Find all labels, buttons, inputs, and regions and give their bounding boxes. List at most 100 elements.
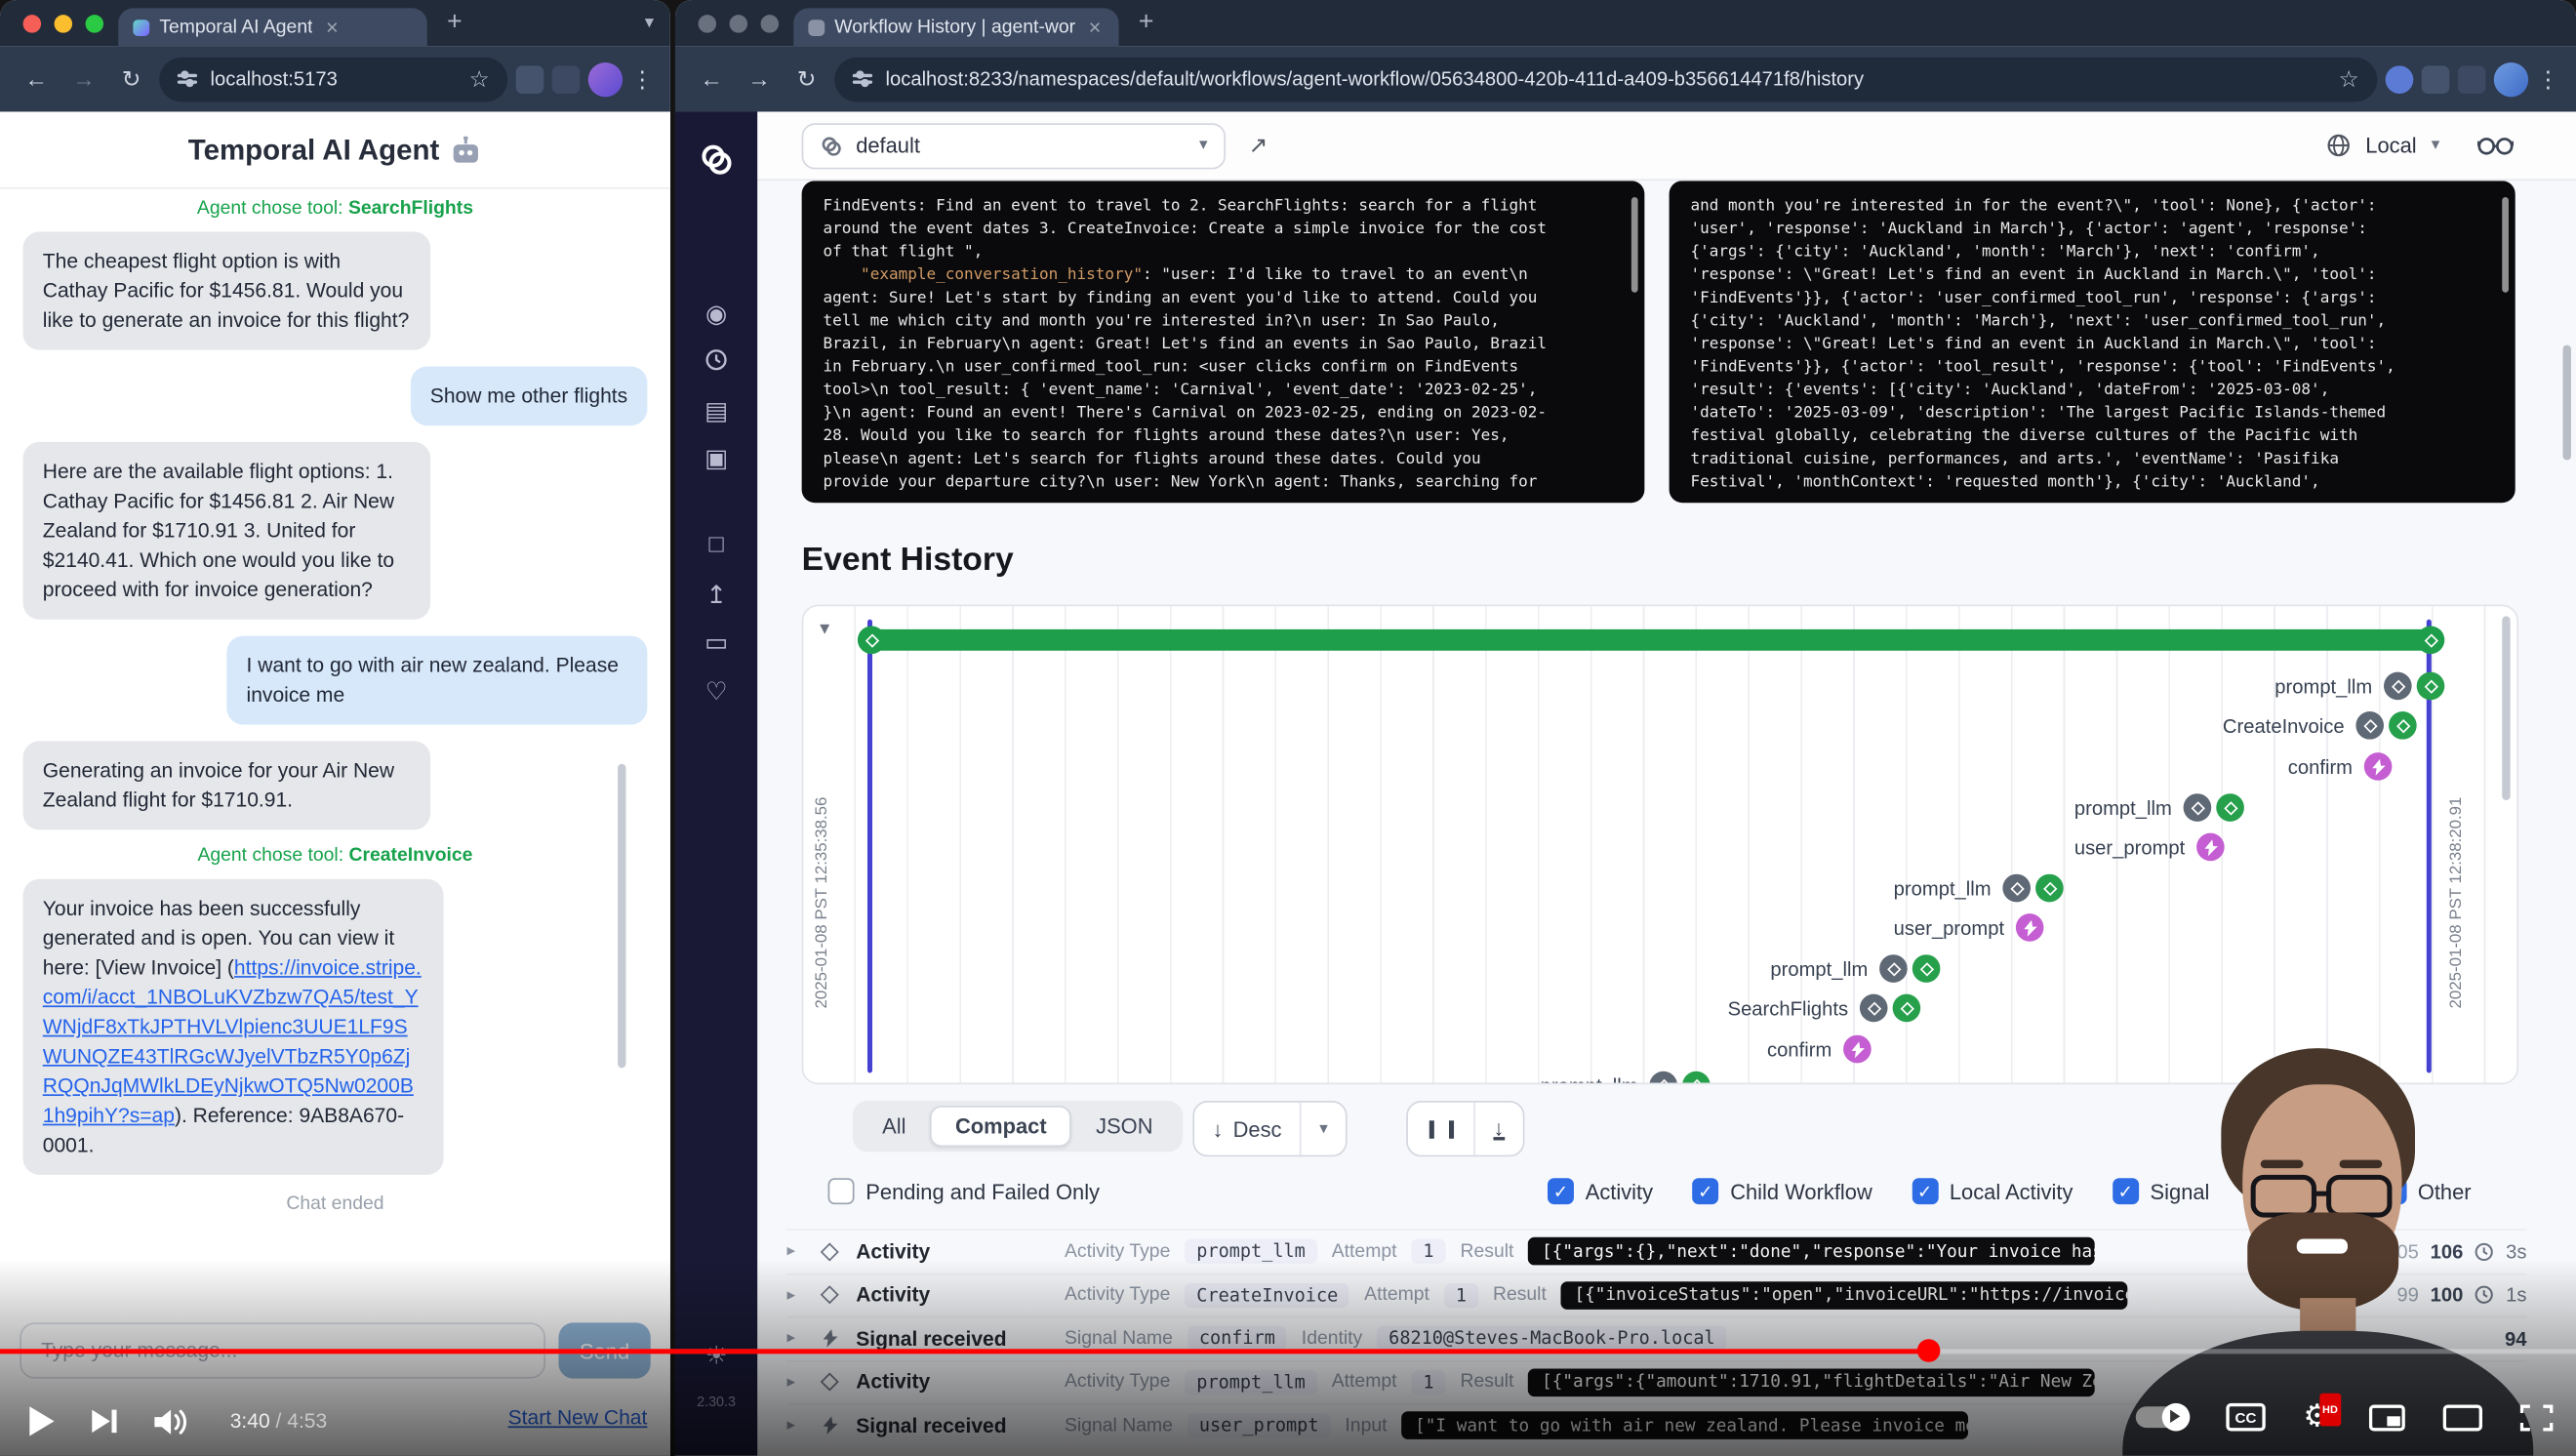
timeline-event-row[interactable]: prompt_llm bbox=[1894, 874, 2064, 903]
view-tab-all[interactable]: All bbox=[858, 1106, 931, 1147]
timeline-event-row[interactable]: confirm bbox=[2288, 752, 2393, 781]
tab-chat[interactable]: Temporal AI Agent × bbox=[118, 8, 427, 46]
timeline-event-row[interactable]: prompt_llm bbox=[2074, 793, 2244, 822]
play-button[interactable] bbox=[29, 1406, 54, 1436]
browser-menu-icon[interactable]: ⋮ bbox=[631, 65, 655, 94]
url-text[interactable]: localhost:8233/namespaces/default/workfl… bbox=[885, 67, 2325, 91]
extension-icon[interactable] bbox=[2422, 65, 2450, 94]
profile-avatar[interactable] bbox=[2494, 61, 2528, 96]
timeline-start-time: 2025-01-08 PST 12:35:38.56 bbox=[813, 797, 831, 1009]
address-bar[interactable]: localhost:5173 ☆ bbox=[159, 57, 507, 101]
extension-icon[interactable] bbox=[2386, 65, 2414, 94]
traffic-lights[interactable] bbox=[699, 15, 780, 33]
page-scrollbar[interactable] bbox=[2563, 345, 2571, 461]
bookmark-star-icon[interactable]: ☆ bbox=[469, 65, 490, 94]
new-tab-button[interactable]: + bbox=[1139, 7, 1154, 40]
tab-workflow-history[interactable]: Workflow History | agent-wor × bbox=[793, 8, 1118, 46]
user-message: Show me other flights bbox=[411, 366, 648, 425]
reload-button[interactable]: ↻ bbox=[786, 60, 825, 99]
filter-local-activity[interactable]: ✓Local Activity bbox=[1912, 1178, 2073, 1204]
filter-other[interactable]: ✓Other bbox=[2380, 1178, 2471, 1204]
workflows-eye-icon[interactable]: ◉ bbox=[675, 299, 757, 328]
batch-layers-icon[interactable]: ▤ bbox=[675, 396, 757, 425]
back-button[interactable]: ← bbox=[17, 60, 56, 99]
url-text[interactable]: localhost:5173 bbox=[211, 67, 457, 91]
forward-button[interactable]: → bbox=[740, 60, 779, 99]
reload-button[interactable]: ↻ bbox=[111, 60, 150, 99]
new-tab-button[interactable]: + bbox=[447, 7, 463, 40]
timeline-event-row[interactable]: user_prompt bbox=[1894, 913, 2044, 942]
download-button[interactable]: ↓ bbox=[1475, 1103, 1522, 1155]
feedback-frame-icon[interactable]: ▭ bbox=[675, 627, 757, 657]
invoice-link[interactable]: https://invoice.stripe.com/i/acct_1NBOLu… bbox=[43, 956, 422, 1127]
tab-search-chevron-icon[interactable]: ▾ bbox=[645, 12, 654, 33]
timeline-collapse-chevron-icon[interactable]: ▾ bbox=[820, 616, 829, 639]
profile-avatar[interactable] bbox=[588, 61, 623, 96]
bookmark-star-icon[interactable]: ☆ bbox=[2339, 65, 2359, 94]
extensions-puzzle-icon[interactable] bbox=[552, 65, 581, 94]
filter-timer[interactable]: ✓Timer bbox=[2249, 1178, 2341, 1204]
temporal-sidebar: ◉ ▤ ▣ □ ↥ ▭ ♡ ☀ 2.30.3 bbox=[675, 111, 757, 1455]
timeline-event-row[interactable]: SearchFlights bbox=[1728, 994, 1921, 1023]
timeline-event-row[interactable]: confirm bbox=[1767, 1035, 1872, 1064]
timeline-event-row[interactable]: user_prompt bbox=[2074, 833, 2225, 862]
labs-glasses-icon[interactable] bbox=[2477, 135, 2514, 156]
archive-icon[interactable]: ▣ bbox=[675, 444, 757, 473]
import-upload-icon[interactable]: ↥ bbox=[675, 580, 757, 609]
progress-bar[interactable] bbox=[0, 1349, 2576, 1354]
timeline-event-row[interactable]: prompt_llm bbox=[2274, 672, 2444, 701]
workflow-execution-bar[interactable] bbox=[870, 629, 2430, 651]
workflow-start-marker[interactable] bbox=[858, 626, 886, 654]
code-scrollbar[interactable] bbox=[1631, 197, 1638, 293]
timeline-event-row[interactable]: prompt_llm bbox=[1770, 954, 1940, 983]
temporal-logo[interactable] bbox=[675, 142, 757, 184]
chat-scrollbar[interactable] bbox=[618, 764, 625, 1068]
workflow-result-json[interactable]: and month you're interested in for the e… bbox=[1670, 181, 2516, 503]
checkbox-unchecked[interactable] bbox=[828, 1178, 855, 1204]
namespace-select[interactable]: default ▾ bbox=[802, 122, 1226, 168]
progress-scrubber[interactable] bbox=[1918, 1339, 1942, 1362]
theater-button[interactable] bbox=[2443, 1404, 2482, 1431]
site-settings-icon[interactable] bbox=[853, 69, 872, 88]
autoplay-toggle[interactable] bbox=[2136, 1406, 2189, 1428]
filter-child-workflow[interactable]: ✓Child Workflow bbox=[1692, 1178, 1872, 1204]
labs-heart-icon[interactable]: ♡ bbox=[675, 677, 757, 707]
fullscreen-button[interactable] bbox=[2520, 1404, 2554, 1431]
pending-failed-filter[interactable]: Pending and Failed Only bbox=[828, 1178, 1100, 1204]
extension-icon[interactable] bbox=[516, 65, 544, 94]
pause-button[interactable] bbox=[1408, 1103, 1473, 1155]
miniplayer-button[interactable] bbox=[2369, 1404, 2405, 1431]
schedules-clock-icon[interactable] bbox=[675, 348, 757, 378]
address-bar[interactable]: localhost:8233/namespaces/default/workfl… bbox=[834, 57, 2377, 101]
filter-signal[interactable]: ✓Signal bbox=[2113, 1178, 2210, 1204]
chevron-down-icon[interactable]: ▾ bbox=[1302, 1103, 1347, 1155]
timezone-select[interactable]: Local bbox=[2365, 133, 2416, 157]
sort-desc-button[interactable]: ↓Desc ▾ bbox=[1192, 1101, 1348, 1156]
workflow-end-marker[interactable] bbox=[2417, 626, 2445, 654]
tab-title: Workflow History | agent-wor bbox=[834, 18, 1075, 37]
codec-cube-icon[interactable]: □ bbox=[675, 531, 757, 559]
timeline-panel: ▾ 2025-01-08 PST 12:35:38.56 2025-01-08 … bbox=[802, 605, 2518, 1085]
tab-close-icon[interactable]: × bbox=[1089, 15, 1102, 39]
timeline-event-row[interactable]: prompt_llm bbox=[1541, 1072, 1711, 1084]
workflow-input-json[interactable]: FindEvents: Find an event to travel to 2… bbox=[802, 181, 1645, 503]
traffic-lights[interactable] bbox=[23, 15, 103, 33]
open-external-icon[interactable]: ↗ bbox=[1249, 132, 1268, 160]
timeline-scrollbar[interactable] bbox=[2502, 616, 2510, 800]
extensions-puzzle-icon[interactable] bbox=[2458, 65, 2486, 94]
filter-activity[interactable]: ✓Activity bbox=[1548, 1178, 1653, 1204]
next-button[interactable] bbox=[92, 1410, 116, 1434]
volume-button[interactable] bbox=[154, 1407, 192, 1436]
browser-menu-icon[interactable]: ⋮ bbox=[2537, 65, 2560, 94]
tab-close-icon[interactable]: × bbox=[326, 15, 339, 39]
view-tab-compact[interactable]: Compact bbox=[931, 1106, 1071, 1147]
chat-header: Temporal AI Agent bbox=[0, 111, 670, 188]
site-settings-icon[interactable] bbox=[178, 69, 197, 88]
settings-button[interactable]: ⚙HD bbox=[2303, 1401, 2331, 1433]
forward-button[interactable]: → bbox=[64, 60, 103, 99]
view-tab-json[interactable]: JSON bbox=[1071, 1106, 1178, 1147]
back-button[interactable]: ← bbox=[692, 60, 731, 99]
code-scrollbar[interactable] bbox=[2502, 197, 2509, 293]
captions-button[interactable]: CC bbox=[2226, 1403, 2265, 1432]
timeline-event-row[interactable]: CreateInvoice bbox=[2223, 711, 2417, 740]
